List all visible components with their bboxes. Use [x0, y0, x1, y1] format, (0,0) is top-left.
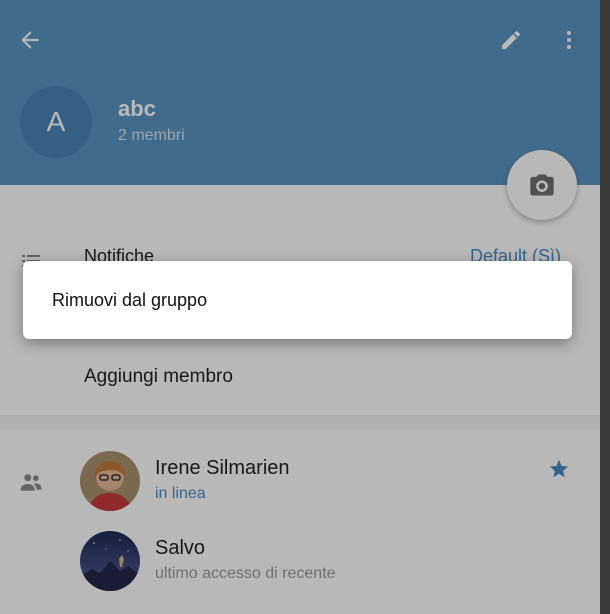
remove-from-group-option[interactable]: Rimuovi dal gruppo — [52, 290, 207, 311]
background-edge — [600, 0, 610, 614]
context-menu-dialog: Rimuovi dal gruppo — [23, 261, 572, 339]
group-info-screen: A abc 2 membri Notifiche Default (Sì) Ag… — [0, 0, 600, 614]
